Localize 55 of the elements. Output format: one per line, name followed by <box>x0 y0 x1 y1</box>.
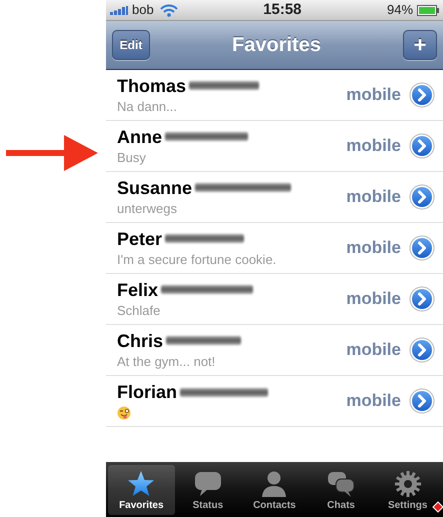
battery-icon <box>417 4 440 16</box>
contact-name: Florian <box>117 382 178 402</box>
carrier-name: bob <box>132 1 154 20</box>
contact-row[interactable]: Felix Schlafe mobile <box>106 274 443 325</box>
disclosure-button[interactable] <box>409 82 435 108</box>
disclosure-button[interactable] <box>409 184 435 210</box>
phone-label: mobile <box>346 186 401 208</box>
contact-row[interactable]: Thomas Na dann... mobile <box>106 70 443 121</box>
contact-row[interactable]: Chris At the gym... not! mobile <box>106 325 443 376</box>
contact-name: Peter <box>117 228 162 248</box>
contact-name: Anne <box>117 126 162 146</box>
tab-item[interactable]: Chats <box>308 465 374 515</box>
status-message: Schlafe <box>117 302 162 318</box>
status-message: Busy <box>117 148 147 166</box>
settings-icon <box>394 470 422 498</box>
bubble-icon <box>194 470 222 498</box>
phone-label: mobile <box>346 237 401 260</box>
contact-name: Felix <box>117 280 158 300</box>
contact-name: Thomas <box>117 76 186 96</box>
contact-row[interactable]: Peter I'm a secure fortune cookie. mobile <box>106 223 443 274</box>
disclosure-button[interactable] <box>409 133 435 159</box>
phone-label: mobile <box>346 390 401 412</box>
phone-label: mobile <box>346 84 401 106</box>
disclosure-button[interactable] <box>409 337 435 363</box>
contact-name: Chris <box>117 330 164 350</box>
status-message: Na dann... <box>117 98 178 114</box>
disclosure-button[interactable] <box>409 388 435 414</box>
tab-item[interactable]: Settings <box>374 465 441 515</box>
tab-item[interactable]: Favorites <box>108 465 175 515</box>
screen-title: Favorites <box>232 33 321 58</box>
disclosure-button[interactable] <box>409 235 435 261</box>
phone-label: mobile <box>346 339 401 362</box>
wifi-icon <box>160 4 178 16</box>
phone-label: mobile <box>346 135 401 158</box>
contact-row[interactable]: Anne Busy mobile <box>106 121 443 172</box>
phone-label: mobile <box>346 288 401 310</box>
status-message: At the gym... not! <box>117 352 216 370</box>
clock-time: 15:58 <box>263 0 302 20</box>
disclosure-button[interactable] <box>409 286 435 312</box>
person-icon <box>260 470 288 498</box>
badge-marker <box>432 501 443 513</box>
redacted-surname <box>189 81 260 90</box>
status-message: I'm a secure fortune cookie. <box>117 250 278 268</box>
signal-icon <box>110 6 128 14</box>
battery-percentage: 94% <box>386 1 414 20</box>
star-icon <box>127 470 156 498</box>
contact-row[interactable]: Florian mobile <box>106 376 443 427</box>
status-message: unterwegs <box>117 200 178 216</box>
contact-name: Susanne <box>117 178 192 198</box>
bubbles-icon <box>327 470 356 498</box>
contact-row[interactable]: Susanne unterwegs mobile <box>106 172 443 223</box>
add-button[interactable]: + <box>403 30 437 60</box>
tab-item[interactable]: Contacts <box>241 465 308 515</box>
edit-button[interactable]: Edit <box>112 30 150 60</box>
tab-item[interactable]: Status <box>174 465 242 515</box>
